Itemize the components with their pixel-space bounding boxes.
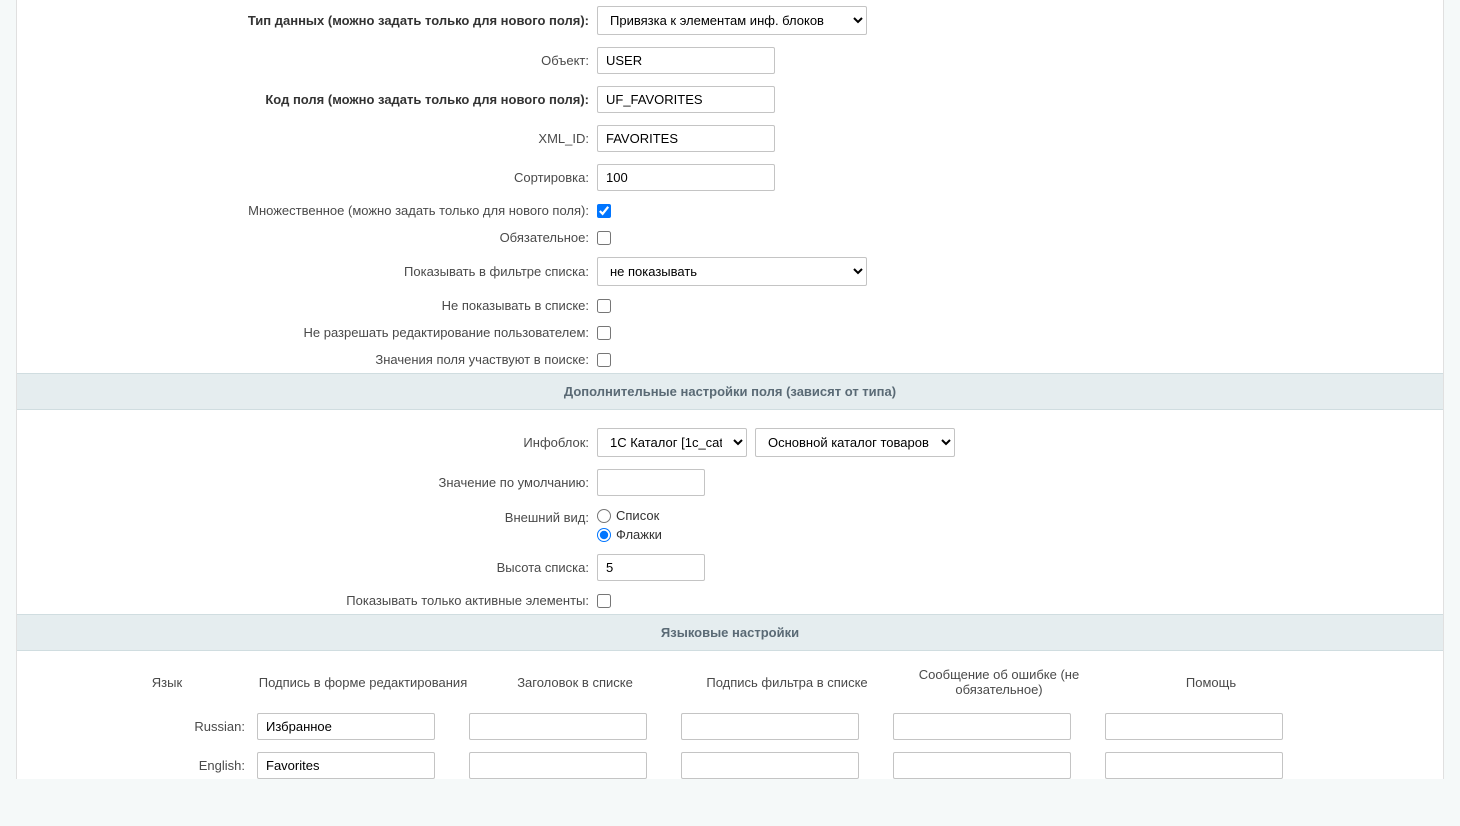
lang-edit-input[interactable] [257,713,435,740]
list-height-input[interactable] [597,554,705,581]
active-only-checkbox[interactable] [597,594,611,608]
lang-row-name: English: [77,758,257,773]
sort-label: Сортировка: [17,170,597,185]
lang-filter-input[interactable] [681,713,859,740]
lang-table-header: Язык Подпись в форме редактирования Заго… [77,667,1383,697]
lang-help-input[interactable] [1105,752,1283,779]
field-code-label: Код поля (можно задать только для нового… [17,92,597,107]
hide-list-label: Не показывать в списке: [17,298,597,313]
lang-table: Язык Подпись в форме редактирования Заго… [17,651,1443,779]
user-field-form: Тип данных (можно задать только для ново… [16,0,1444,779]
lang-col-error: Сообщение об ошибке (не обязательное) [893,667,1105,697]
field-code-input[interactable] [597,86,775,113]
lang-filter-input[interactable] [681,752,859,779]
lang-col-list: Заголовок в списке [469,675,681,690]
default-label: Значение по умолчанию: [17,475,597,490]
lang-col-lang: Язык [77,675,257,690]
lang-row: English: [77,752,1383,779]
filter-select[interactable]: не показывать [597,257,867,286]
lang-help-input[interactable] [1105,713,1283,740]
display-radio-group: Список Флажки [597,508,662,542]
display-list-radio[interactable] [597,509,611,523]
no-edit-checkbox[interactable] [597,326,611,340]
multiple-label: Множественное (можно задать только для н… [17,203,597,218]
in-search-label: Значения поля участвуют в поиске: [17,352,597,367]
lang-row: Russian: [77,713,1383,740]
hide-list-checkbox[interactable] [597,299,611,313]
active-only-label: Показывать только активные элементы: [17,593,597,608]
sort-input[interactable] [597,164,775,191]
lang-error-input[interactable] [893,752,1071,779]
object-input[interactable] [597,47,775,74]
xml-id-input[interactable] [597,125,775,152]
lang-edit-input[interactable] [257,752,435,779]
display-flags-label: Флажки [616,527,662,542]
lang-list-input[interactable] [469,752,647,779]
lang-row-name: Russian: [77,719,257,734]
data-type-select[interactable]: Привязка к элементам инф. блоков [597,6,867,35]
in-search-checkbox[interactable] [597,353,611,367]
lang-error-input[interactable] [893,713,1071,740]
section-lang-header: Языковые настройки [17,614,1443,651]
lang-col-edit: Подпись в форме редактирования [257,675,469,690]
lang-col-filter: Подпись фильтра в списке [681,675,893,690]
section-additional-header: Дополнительные настройки поля (зависят о… [17,373,1443,410]
xml-id-label: XML_ID: [17,131,597,146]
lang-list-input[interactable] [469,713,647,740]
display-list-label: Список [616,508,659,523]
iblock-label: Инфоблок: [17,435,597,450]
display-label: Внешний вид: [17,508,597,525]
display-flags-radio[interactable] [597,528,611,542]
filter-label: Показывать в фильтре списка: [17,264,597,279]
no-edit-label: Не разрешать редактирование пользователе… [17,325,597,340]
list-height-label: Высота списка: [17,560,597,575]
required-checkbox[interactable] [597,231,611,245]
iblock-type-select[interactable]: 1С Каталог [1c_cata [597,428,747,457]
lang-col-help: Помощь [1105,675,1317,690]
multiple-checkbox[interactable] [597,204,611,218]
object-label: Объект: [17,53,597,68]
iblock-select[interactable]: Основной каталог товаров [ [755,428,955,457]
required-label: Обязательное: [17,230,597,245]
data-type-label: Тип данных (можно задать только для ново… [17,13,597,28]
default-input[interactable] [597,469,705,496]
